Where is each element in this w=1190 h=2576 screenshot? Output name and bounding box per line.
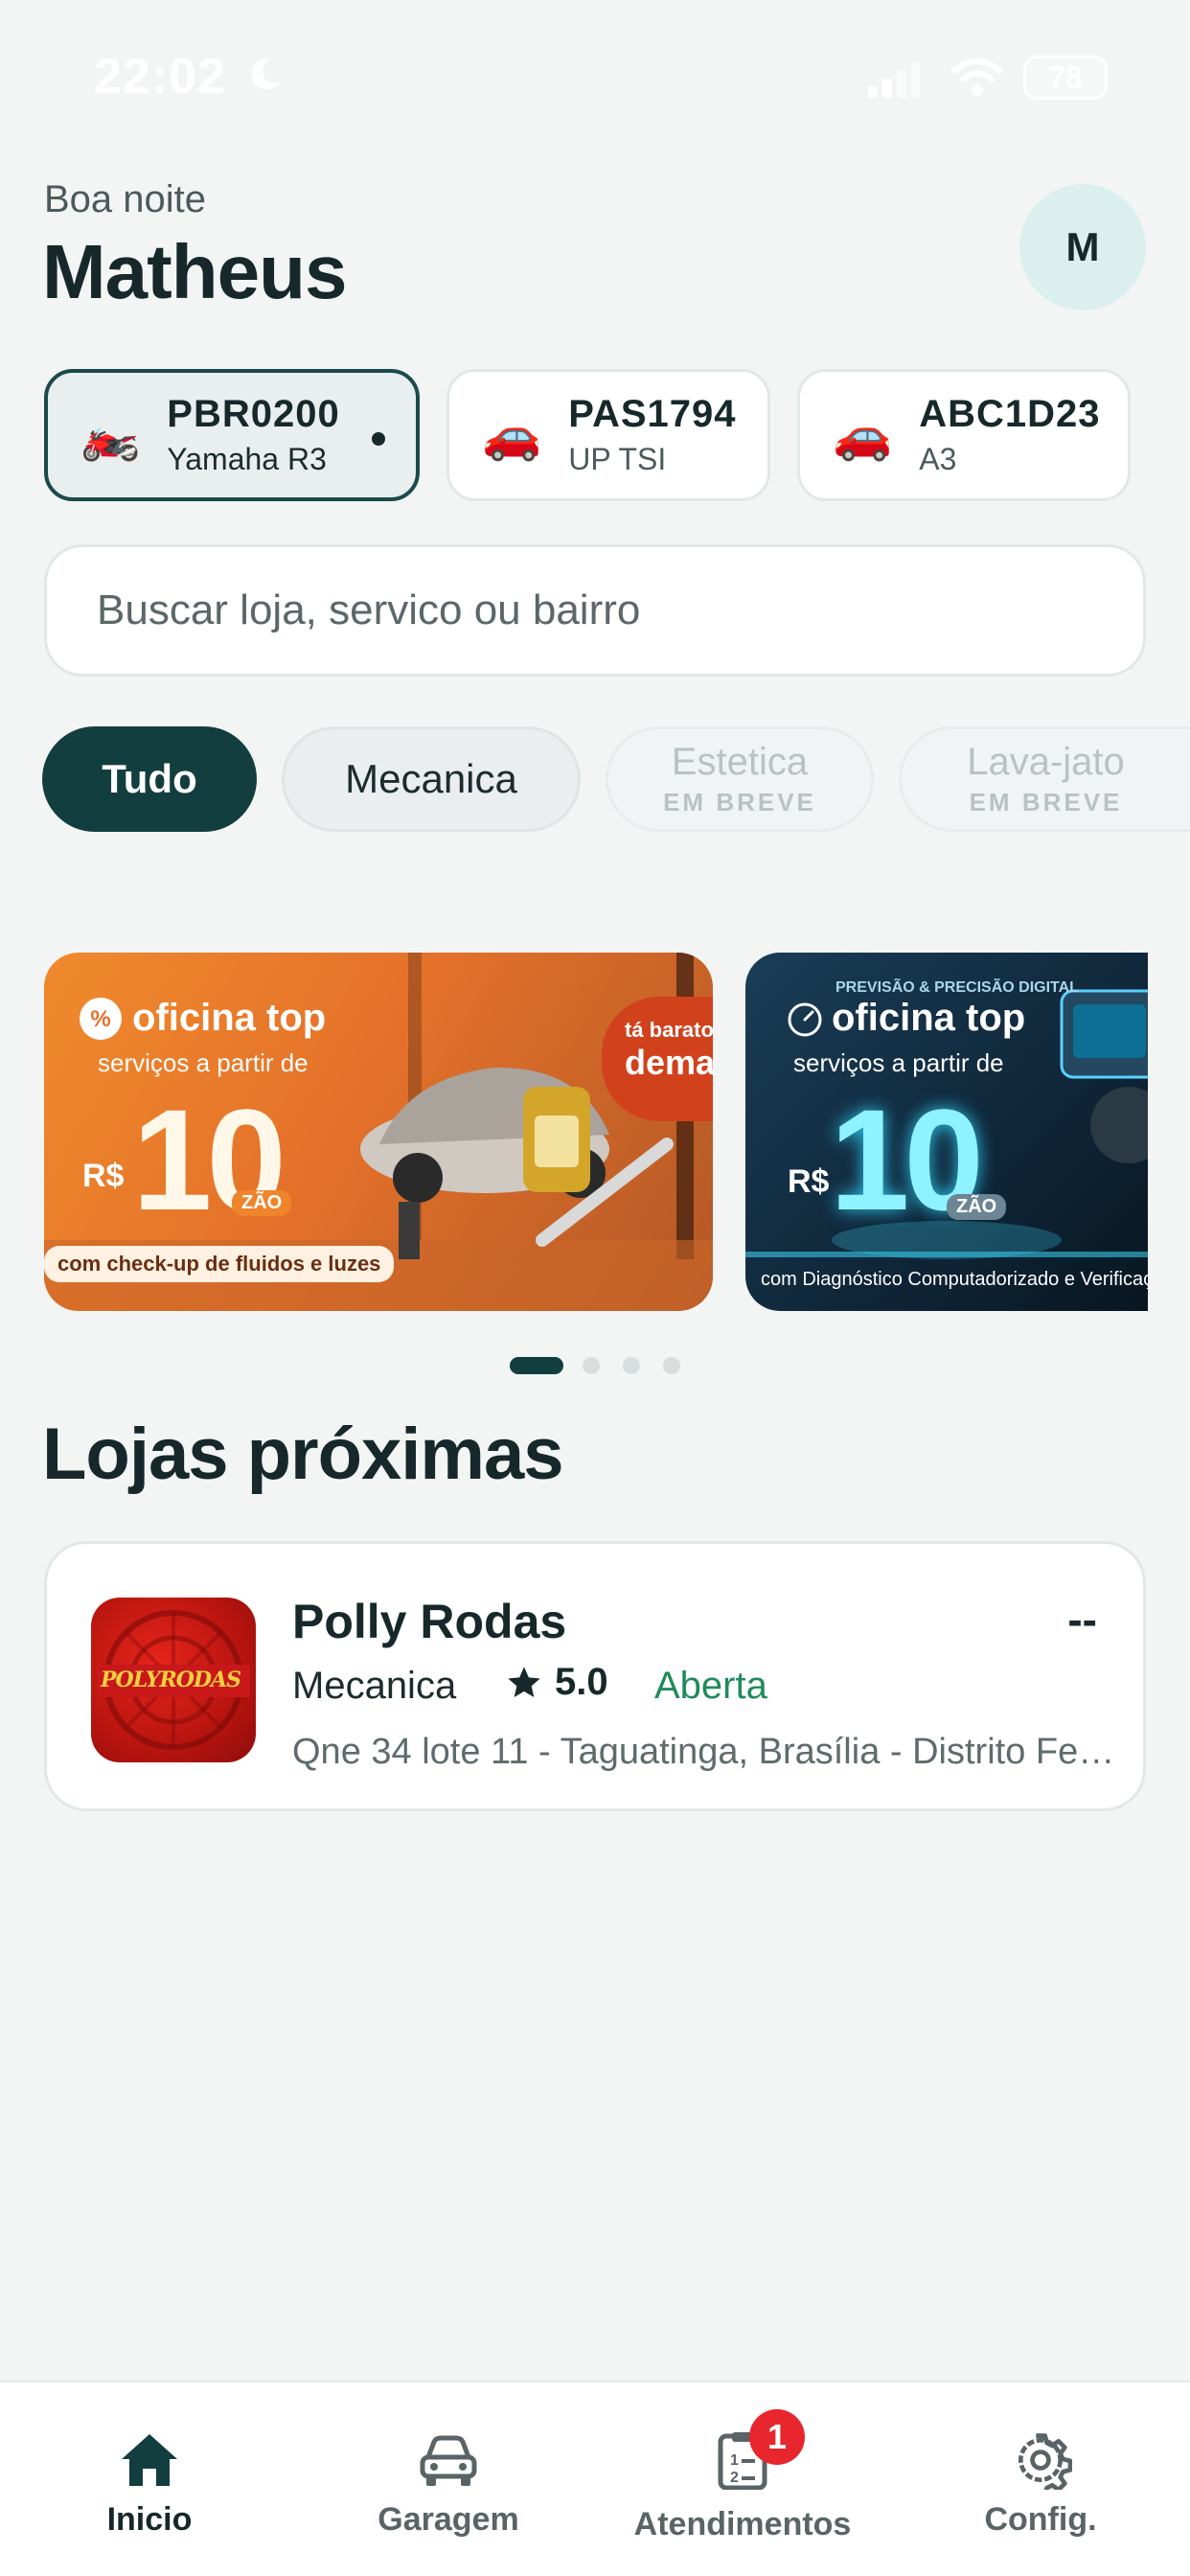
store-rating-value: 5.0 — [555, 1661, 608, 1703]
nav-config[interactable]: Config. — [968, 2430, 1113, 2539]
banner-brand: oficina top — [132, 997, 327, 1039]
vehicle-plate: PBR0200 — [167, 393, 340, 435]
selected-dot — [372, 432, 385, 446]
carousel-dot[interactable] — [583, 1357, 600, 1374]
banner-suffix: ZÃO — [232, 1190, 292, 1216]
car-icon: 🚗 — [482, 408, 542, 462]
banner-kicker: PREVISÃO & PRECISÃO DIGITAL — [835, 979, 1079, 996]
greeting-subtitle: Boa noite — [44, 178, 207, 220]
bottom-nav: Inicio Garagem 1 2 1 Atendimentos Config… — [0, 2380, 1190, 2576]
promo-banner-2[interactable]: PREVISÃO & PRECISÃO DIGITAL oficina top … — [745, 953, 1148, 1311]
vehicle-chip-pbr0200[interactable]: 🏍️ PBR0200 Yamaha R3 — [44, 369, 420, 501]
store-rating: 5.0 — [505, 1661, 608, 1704]
banner-corner-tag: tá barato demais — [602, 997, 713, 1121]
section-title-nearby: Lojas próximas — [42, 1414, 564, 1495]
status-time: 22:02 — [94, 49, 226, 104]
gauge-icon — [788, 1002, 822, 1037]
filter-estetica: Estetica EM BREVE — [606, 726, 874, 832]
star-icon — [508, 1666, 540, 1697]
notification-badge: 1 — [749, 2409, 805, 2465]
nav-atendimentos[interactable]: 1 2 1 Atendimentos — [623, 2409, 862, 2543]
motorcycle-icon: 🏍️ — [80, 408, 141, 462]
svg-text:1: 1 — [730, 2452, 739, 2469]
avatar[interactable]: M — [1019, 184, 1146, 310]
vehicle-model: A3 — [919, 442, 957, 476]
banner-suffix: ZÃO — [947, 1194, 1007, 1220]
nav-garagem[interactable]: Garagem — [360, 2430, 537, 2539]
store-category: Mecanica — [292, 1665, 457, 1707]
user-name: Matheus — [42, 229, 347, 314]
vehicle-plate: PAS1794 — [568, 393, 737, 435]
promo-banner-1[interactable]: % oficina top serviços a partir de R$ 10… — [44, 953, 713, 1311]
store-card[interactable]: POLYRODAS Polly Rodas -- Mecanica 5.0 Ab… — [44, 1541, 1146, 1811]
filter-mecanica[interactable]: Mecanica — [282, 726, 581, 832]
filter-label: Lava-jato — [967, 741, 1125, 783]
carousel-dot[interactable] — [663, 1357, 680, 1374]
banner-footer: com Diagnóstico Computadorizado e Verifi… — [761, 1269, 1148, 1290]
car-icon: 🚗 — [833, 408, 893, 462]
banner-footer: com check-up de fluidos e luzes — [44, 1246, 395, 1282]
filter-label: Tudo — [102, 756, 197, 801]
moon-icon — [251, 58, 280, 90]
store-address: Qne 34 lote 11 - Taguatinga, Brasília - … — [292, 1732, 1116, 1772]
search-bar[interactable] — [44, 544, 1146, 677]
store-name: Polly Rodas — [292, 1595, 567, 1648]
store-status: Aberta — [654, 1665, 767, 1707]
store-logo: POLYRODAS — [91, 1598, 256, 1762]
carousel-dot[interactable] — [623, 1357, 640, 1374]
carousel-dot-active[interactable] — [510, 1357, 563, 1374]
nav-label: Atendimentos — [633, 2506, 852, 2542]
gear-icon — [1018, 2433, 1072, 2490]
corner-tag-line2: demais — [625, 1043, 713, 1082]
corner-tag-line1: tá barato — [625, 1018, 713, 1042]
search-input[interactable] — [97, 586, 1143, 634]
coming-soon-label: EM BREVE — [663, 788, 816, 816]
banner-price: 10 — [132, 1079, 286, 1240]
store-distance: -- — [1067, 1595, 1097, 1644]
car-icon — [420, 2435, 477, 2486]
banner-subtitle: serviços a partir de — [793, 1048, 1004, 1077]
svg-text:2: 2 — [730, 2470, 739, 2486]
percent-badge-icon: % — [80, 998, 122, 1040]
nav-inicio[interactable]: Inicio — [96, 2430, 203, 2539]
filter-label: Mecanica — [345, 756, 517, 801]
banner-brand: oficina top — [832, 997, 1026, 1039]
coming-soon-label: EM BREVE — [969, 788, 1123, 816]
vehicle-plate: ABC1D23 — [919, 393, 1101, 435]
nav-label: Garagem — [378, 2501, 519, 2538]
filter-lava-jato: Lava-jato EM BREVE — [899, 726, 1190, 832]
filter-tudo[interactable]: Tudo — [42, 726, 257, 832]
vehicle-chip-pas1794[interactable]: 🚗 PAS1794 UP TSI — [446, 369, 770, 501]
nav-label: Inicio — [106, 2501, 193, 2538]
vehicle-chip-abc1d23[interactable]: 🚗 ABC1D23 A3 — [797, 369, 1131, 501]
wifi-icon — [951, 58, 1003, 96]
svg-text:%: % — [90, 1006, 110, 1032]
vehicle-model: Yamaha R3 — [167, 442, 327, 476]
banner-currency: R$ — [82, 1158, 125, 1194]
filter-label: Estetica — [671, 741, 809, 783]
nav-label: Config. — [984, 2501, 1097, 2538]
battery-indicator: 78 — [1023, 56, 1108, 100]
signal-icon — [868, 63, 921, 98]
store-logo-text: POLYRODAS — [101, 1668, 241, 1692]
home-icon — [122, 2434, 177, 2486]
banner-currency: R$ — [788, 1163, 830, 1200]
banner-subtitle: serviços a partir de — [98, 1048, 309, 1077]
vehicle-model: UP TSI — [568, 442, 667, 476]
